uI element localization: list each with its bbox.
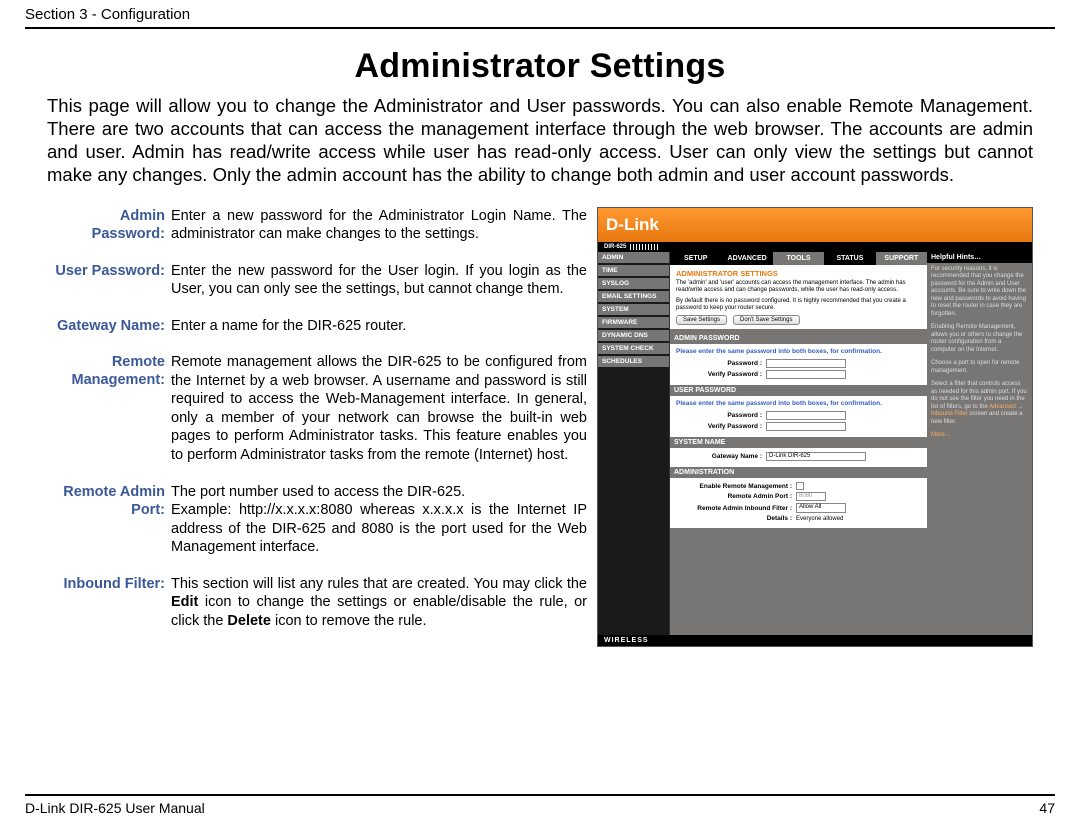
ui-panel-title: ADMINISTRATOR SETTINGS — [676, 269, 921, 278]
admin-verify-input[interactable] — [766, 370, 846, 379]
lbl-admin-password: Password : — [676, 360, 766, 367]
sidebar-item-schedules[interactable]: SCHEDULES — [598, 356, 669, 367]
ui-panel-text2: By default there is no password configur… — [676, 298, 921, 312]
gateway-name-input[interactable]: D-Link DIR-625 — [766, 452, 866, 461]
sidebar-item-system[interactable]: SYSTEM — [598, 304, 669, 315]
def-label-admin-password: Admin Password: — [47, 207, 171, 244]
sidebar-item-email[interactable]: EMAIL SETTINGS — [598, 291, 669, 302]
sidebar-item-syscheck[interactable]: SYSTEM CHECK — [598, 343, 669, 354]
def-label-remote-management: Remote Management: — [47, 353, 171, 464]
lbl-admin-verify: Verify Password : — [676, 371, 766, 378]
link-advanced[interactable]: Advanced — [989, 404, 1016, 410]
def-text-inbound-filter: This section will list any rules that ar… — [171, 575, 587, 631]
hints-text-4: Select a filter that controls access as … — [931, 381, 1028, 426]
sidebar-item-admin[interactable]: ADMIN — [598, 252, 669, 263]
tab-advanced[interactable]: ADVANCED — [721, 252, 772, 265]
def-label-remote-admin-port: Remote Admin Port: — [47, 483, 171, 557]
def-text-remote-management: Remote management allows the DIR-625 to … — [171, 353, 587, 464]
admin-pw-hint: Please enter the same password into both… — [676, 348, 921, 355]
page-title: Administrator Settings — [25, 47, 1055, 86]
strip-admin-password: ADMIN PASSWORD — [670, 333, 927, 344]
def-text-remote-admin-port: The port number used to access the DIR-6… — [171, 483, 587, 557]
tab-tools[interactable]: TOOLS — [773, 252, 824, 265]
user-verify-input[interactable] — [766, 422, 846, 431]
dont-save-button[interactable]: Don't Save Settings — [733, 315, 800, 325]
strip-user-password: USER PASSWORD — [670, 385, 927, 396]
ui-main-panel: SETUP ADVANCED TOOLS STATUS SUPPORT ADMI… — [670, 252, 927, 635]
details-value: Everyone allowed — [796, 516, 843, 522]
hints-text-2: Enabling Remote Management, allows you o… — [931, 324, 1028, 354]
def-text-user-password: Enter the new password for the User logi… — [171, 262, 587, 299]
ui-brand-header: D-Link — [598, 208, 1032, 242]
ui-tabs: SETUP ADVANCED TOOLS STATUS SUPPORT — [670, 252, 927, 265]
ui-hints-panel: Helpful Hints… For security reasons, it … — [927, 252, 1032, 635]
sidebar-item-syslog[interactable]: SYSLOG — [598, 278, 669, 289]
lbl-user-verify: Verify Password : — [676, 423, 766, 430]
dlink-logo: D-Link — [606, 215, 659, 235]
user-password-input[interactable] — [766, 411, 846, 420]
ui-model-label: DIR-625 — [604, 244, 626, 250]
sidebar-item-ddns[interactable]: DYNAMIC DNS — [598, 330, 669, 341]
ui-footer-strip: WIRELESS — [598, 635, 1032, 646]
strip-system-name: SYSTEM NAME — [670, 437, 927, 448]
save-settings-button[interactable]: Save Settings — [676, 315, 727, 325]
enable-remote-checkbox[interactable] — [796, 482, 804, 490]
tab-setup[interactable]: SETUP — [670, 252, 721, 265]
ui-panel-text1: The 'admin' and 'user' accounts can acce… — [676, 280, 921, 294]
hints-text-1: For security reasons, it is recommended … — [931, 266, 1028, 319]
stripe-icon — [630, 244, 660, 250]
sidebar-item-firmware[interactable]: FIRMWARE — [598, 317, 669, 328]
ui-sidebar: ADMIN TIME SYSLOG EMAIL SETTINGS SYSTEM … — [598, 252, 670, 635]
lbl-remote-port: Remote Admin Port : — [676, 493, 796, 500]
def-label-user-password: User Password: — [47, 262, 171, 299]
user-pw-hint: Please enter the same password into both… — [676, 400, 921, 407]
link-more[interactable]: More… — [931, 432, 1028, 440]
remote-port-input[interactable]: 8080 — [796, 492, 826, 501]
lbl-gateway-name: Gateway Name : — [676, 453, 766, 460]
inbound-filter-select[interactable]: Allow All — [796, 503, 846, 513]
link-inbound-filter[interactable]: Inbound Filter — [931, 411, 968, 417]
hints-text-3: Choose a port to open for remote managem… — [931, 360, 1028, 375]
admin-password-input[interactable] — [766, 359, 846, 368]
def-text-gateway-name: Enter a name for the DIR-625 router. — [171, 317, 587, 336]
lbl-enable-remote: Enable Remote Management : — [676, 483, 796, 490]
sidebar-item-time[interactable]: TIME — [598, 265, 669, 276]
lbl-user-password: Password : — [676, 412, 766, 419]
def-text-admin-password: Enter a new password for the Administrat… — [171, 207, 587, 244]
footer-page-number: 47 — [1039, 800, 1055, 816]
router-ui-screenshot: D-Link DIR-625 ADMIN TIME SYSLOG EMAIL S… — [597, 207, 1033, 647]
intro-paragraph: This page will allow you to change the A… — [47, 94, 1033, 187]
strip-administration: ADMINISTRATION — [670, 467, 927, 478]
footer-left: D-Link DIR-625 User Manual — [25, 800, 205, 816]
lbl-details: Details : — [676, 515, 796, 522]
hints-title: Helpful Hints… — [927, 252, 1032, 263]
section-header: Section 3 - Configuration — [25, 6, 190, 23]
def-label-inbound-filter: Inbound Filter: — [47, 575, 171, 631]
lbl-inbound-filter: Remote Admin Inbound Filter : — [676, 505, 796, 512]
def-label-gateway-name: Gateway Name: — [47, 317, 171, 336]
tab-status[interactable]: STATUS — [824, 252, 875, 265]
tab-support[interactable]: SUPPORT — [876, 252, 927, 265]
definition-list: Admin Password: Enter a new password for… — [47, 207, 587, 649]
